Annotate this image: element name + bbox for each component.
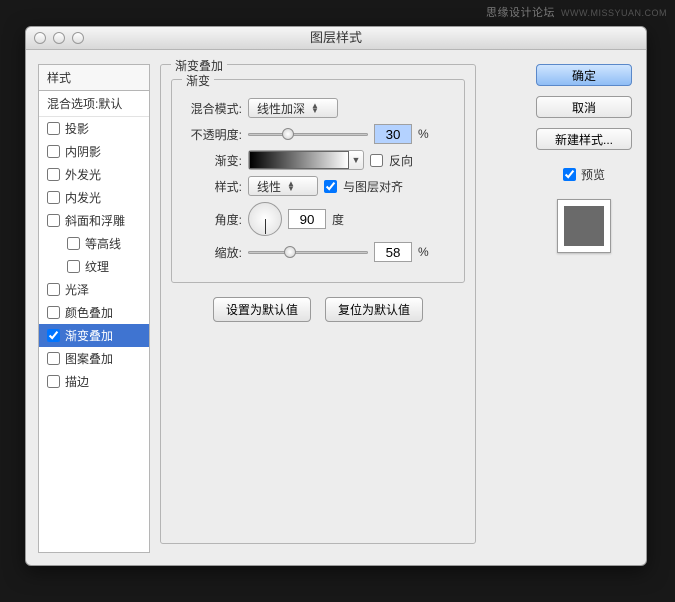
sidebar-item[interactable]: 等高线 (39, 232, 149, 255)
style-select[interactable]: 线性 ▲▼ (248, 176, 318, 196)
sidebar-item-label: 纹理 (85, 258, 109, 275)
blend-mode-select[interactable]: 线性加深 ▲▼ (248, 98, 338, 118)
titlebar: 图层样式 (26, 27, 646, 50)
gradient-label: 渐变: (182, 152, 242, 169)
cancel-button[interactable]: 取消 (536, 96, 632, 118)
sidebar-item-label: 描边 (65, 373, 89, 390)
window-controls (34, 32, 84, 44)
new-style-button[interactable]: 新建样式... (536, 128, 632, 150)
align-label: 与图层对齐 (343, 178, 403, 195)
opacity-label: 不透明度: (182, 126, 242, 143)
preview-swatch (557, 199, 611, 253)
sidebar-item[interactable]: 外发光 (39, 163, 149, 186)
style-label: 样式: (182, 178, 242, 195)
preview-checkbox[interactable] (563, 168, 576, 181)
make-default-button[interactable]: 设置为默认值 (213, 297, 311, 322)
angle-dial[interactable] (248, 202, 282, 236)
angle-unit: 度 (332, 211, 344, 228)
reverse-label: 反向 (389, 152, 413, 169)
watermark: 思缘设计论坛WWW.MISSYUAN.COM (486, 4, 667, 20)
percent-label: % (418, 127, 429, 141)
sidebar-item-label: 光泽 (65, 281, 89, 298)
sidebar-item[interactable]: 斜面和浮雕 (39, 209, 149, 232)
angle-input[interactable] (288, 209, 326, 229)
close-icon[interactable] (34, 32, 46, 44)
sidebar-item-label: 内阴影 (65, 143, 101, 160)
align-checkbox[interactable] (324, 180, 337, 193)
gradient-swatch (249, 151, 349, 169)
sidebar-item[interactable]: 纹理 (39, 255, 149, 278)
style-checkbox[interactable] (47, 122, 60, 135)
angle-label: 角度: (182, 211, 242, 228)
blend-mode-value: 线性加深 (257, 100, 305, 117)
sidebar-blend-options[interactable]: 混合选项:默认 (39, 91, 149, 117)
scale-label: 缩放: (182, 244, 242, 261)
sidebar-item[interactable]: 光泽 (39, 278, 149, 301)
sidebar-item-label: 等高线 (85, 235, 121, 252)
opacity-slider[interactable] (248, 126, 368, 142)
sidebar-item-label: 外发光 (65, 166, 101, 183)
style-checkbox[interactable] (47, 145, 60, 158)
style-checkbox[interactable] (67, 237, 80, 250)
opacity-input[interactable] (374, 124, 412, 144)
gradient-overlay-fieldset: 渐变叠加 渐变 混合模式: 线性加深 ▲▼ 不透明度: (160, 64, 476, 544)
layer-style-window: 图层样式 样式 混合选项:默认 投影内阴影外发光内发光斜面和浮雕等高线纹理光泽颜… (25, 26, 647, 566)
scale-input[interactable] (374, 242, 412, 262)
sidebar-item[interactable]: 渐变叠加 (39, 324, 149, 347)
sidebar-item-label: 斜面和浮雕 (65, 212, 125, 229)
dialog-body: 样式 混合选项:默认 投影内阴影外发光内发光斜面和浮雕等高线纹理光泽颜色叠加渐变… (26, 50, 646, 565)
sidebar-item-label: 颜色叠加 (65, 304, 113, 321)
preview-label: 预览 (581, 166, 605, 183)
sidebar-item-label: 内发光 (65, 189, 101, 206)
style-checkbox[interactable] (47, 352, 60, 365)
style-checkbox[interactable] (47, 375, 60, 388)
chevron-down-icon: ▼ (349, 155, 363, 165)
style-checkbox[interactable] (47, 306, 60, 319)
zoom-icon[interactable] (72, 32, 84, 44)
chevron-updown-icon: ▲▼ (311, 103, 319, 113)
sidebar-item[interactable]: 内发光 (39, 186, 149, 209)
styles-sidebar: 样式 混合选项:默认 投影内阴影外发光内发光斜面和浮雕等高线纹理光泽颜色叠加渐变… (38, 64, 150, 553)
inner-legend: 渐变 (182, 72, 214, 89)
style-checkbox[interactable] (67, 260, 80, 273)
preview-swatch-inner (564, 206, 604, 246)
minimize-icon[interactable] (53, 32, 65, 44)
sidebar-item[interactable]: 描边 (39, 370, 149, 393)
sidebar-header[interactable]: 样式 (39, 65, 149, 91)
sidebar-item[interactable]: 颜色叠加 (39, 301, 149, 324)
ok-button[interactable]: 确定 (536, 64, 632, 86)
gradient-inner-fieldset: 渐变 混合模式: 线性加深 ▲▼ 不透明度: (171, 79, 465, 283)
style-checkbox[interactable] (47, 283, 60, 296)
percent-label: % (418, 245, 429, 259)
window-title: 图层样式 (310, 30, 362, 45)
style-value: 线性 (257, 178, 281, 195)
sidebar-item[interactable]: 内阴影 (39, 140, 149, 163)
sidebar-item-label: 图案叠加 (65, 350, 113, 367)
right-buttons: 确定 取消 新建样式... 预览 (534, 64, 634, 553)
scale-slider[interactable] (248, 244, 368, 260)
gradient-picker[interactable]: ▼ (248, 150, 364, 170)
sidebar-item-label: 渐变叠加 (65, 327, 113, 344)
style-checkbox[interactable] (47, 191, 60, 204)
reverse-checkbox[interactable] (370, 154, 383, 167)
main-panel: 渐变叠加 渐变 混合模式: 线性加深 ▲▼ 不透明度: (160, 64, 524, 553)
style-checkbox[interactable] (47, 214, 60, 227)
style-checkbox[interactable] (47, 329, 60, 342)
reset-default-button[interactable]: 复位为默认值 (325, 297, 423, 322)
sidebar-item[interactable]: 投影 (39, 117, 149, 140)
style-checkbox[interactable] (47, 168, 60, 181)
sidebar-item[interactable]: 图案叠加 (39, 347, 149, 370)
blend-mode-label: 混合模式: (182, 100, 242, 117)
chevron-updown-icon: ▲▼ (287, 181, 295, 191)
sidebar-item-label: 投影 (65, 120, 89, 137)
